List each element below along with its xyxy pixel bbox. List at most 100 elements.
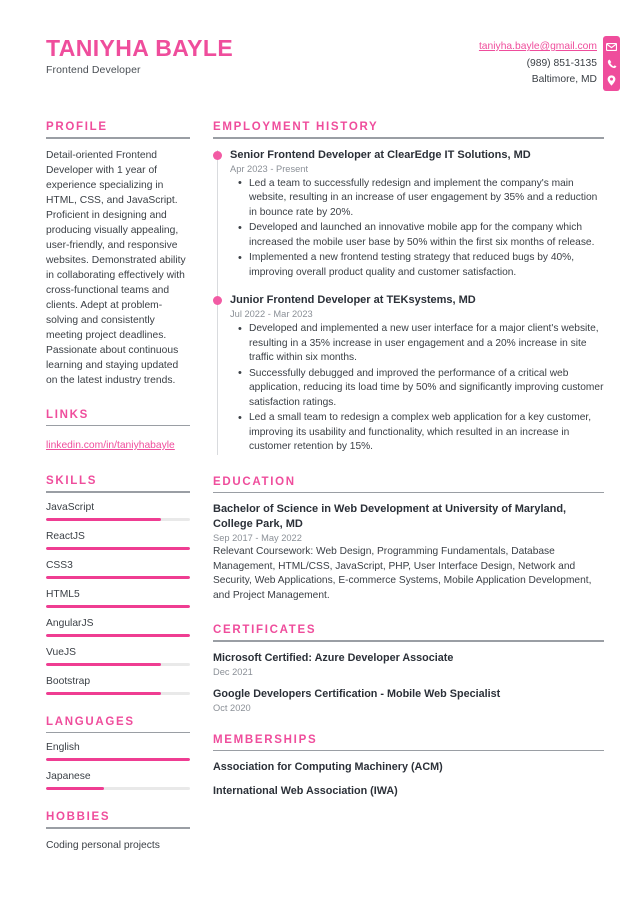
section-title-education: EDUCATION (213, 475, 296, 488)
section-divider (46, 827, 190, 829)
section-links: LINKS linkedin.com/in/taniyhabayle (46, 409, 190, 455)
section-divider (213, 137, 604, 139)
section-divider (213, 491, 604, 493)
education-heading: Bachelor of Science in Web Development a… (213, 503, 567, 530)
education-description: Relevant Coursework: Web Design, Program… (213, 546, 592, 601)
section-profile: PROFILE Detail-oriented Frontend Develop… (46, 121, 190, 388)
job-heading: Junior Frontend Developer at TEKsystems,… (230, 294, 476, 306)
header-identity: TANIYHA BAYLE Frontend Developer (0, 36, 233, 76)
skill-bar-track (46, 691, 190, 695)
timeline-dot-icon (213, 150, 222, 160)
section-title-links: LINKS (46, 408, 89, 421)
contact-details: taniyha.bayle@gmail.com (989) 851-3135 B… (479, 36, 603, 89)
skill-label: CSS3 (46, 559, 73, 571)
section-title-hobbies: HOBBIES (46, 811, 111, 823)
skill-bar-fill (46, 517, 162, 521)
section-title-languages: LANGUAGES (46, 715, 135, 728)
profile-text: Detail-oriented Frontend Developer with … (46, 149, 186, 386)
employment-timeline: Senior Frontend Developer at ClearEdge I… (213, 148, 604, 455)
section-title-certificates: CERTIFICATES (213, 624, 317, 636)
resume-page: TANIYHA BAYLE Frontend Developer taniyha… (0, 0, 640, 905)
resume-body: PROFILE Detail-oriented Frontend Develop… (0, 121, 640, 875)
language-row: English (46, 742, 190, 761)
section-education: EDUCATION Bachelor of Science in Web Dev… (213, 476, 604, 604)
language-label: Japanese (46, 771, 91, 782)
certificate-entry: Microsoft Certified: Azure Developer Ass… (213, 651, 604, 677)
membership-item: International Web Association (IWA) (213, 785, 398, 797)
education-date: Sep 2017 - May 2022 (213, 533, 302, 543)
skill-label: Bootstrap (46, 675, 91, 687)
certificate-date: Dec 2021 (213, 666, 253, 677)
section-skills: SKILLS JavaScript ReactJS CSS3 HTML5 Ang… (46, 475, 190, 695)
job-title-subtitle: Frontend Developer (46, 64, 141, 77)
language-label: English (46, 742, 80, 753)
certificate-name: Microsoft Certified: Azure Developer Ass… (213, 651, 454, 664)
phone-icon (603, 56, 620, 71)
language-bar-fill (46, 787, 104, 790)
header-contact-block: taniyha.bayle@gmail.com (989) 851-3135 B… (479, 36, 640, 91)
skill-label: AngularJS (46, 617, 94, 629)
location-text: Baltimore, MD (531, 74, 597, 85)
section-title-profile: PROFILE (46, 121, 108, 133)
skill-bar-fill (46, 691, 162, 695)
job-date: Apr 2023 - Present (230, 163, 309, 174)
job-bullet: Led a small team to redesign a complex w… (238, 411, 604, 455)
section-title-memberships: MEMBERSHIPS (213, 733, 318, 746)
certificate-entry: Google Developers Certification - Mobile… (213, 687, 604, 713)
membership-item: Association for Computing Machinery (ACM… (213, 761, 443, 773)
skill-bar-track (46, 517, 190, 521)
section-divider (46, 424, 190, 426)
job-bullet: Successfully debugged and improved the p… (238, 366, 604, 411)
skill-bar-fill (46, 633, 190, 637)
skill-row: ReactJS (46, 531, 190, 550)
skill-bar-fill (46, 575, 190, 579)
job-entry: Senior Frontend Developer at ClearEdge I… (213, 148, 604, 281)
skill-bar-track (46, 604, 190, 608)
section-languages: LANGUAGES English Japanese (46, 715, 190, 790)
skill-bar-fill (46, 662, 162, 666)
language-row: Japanese (46, 771, 190, 790)
skill-bar-track (46, 633, 190, 637)
job-entry: Junior Frontend Developer at TEKsystems,… (213, 293, 604, 455)
skill-label: VueJS (46, 646, 76, 658)
section-title-skills: SKILLS (46, 475, 98, 487)
skill-bar-fill (46, 604, 190, 608)
skill-label: HTML5 (46, 588, 80, 600)
certificate-date: Oct 2020 (213, 702, 251, 713)
section-memberships: MEMBERSHIPS Association for Computing Ma… (213, 734, 604, 799)
skill-row: Bootstrap (46, 676, 190, 695)
section-title-employment: EMPLOYMENT HISTORY (213, 121, 379, 133)
job-bullet: Developed and implemented a new user int… (238, 322, 604, 366)
skill-row: JavaScript (46, 502, 190, 521)
skill-bar-track (46, 575, 190, 579)
hobby-item: Coding personal projects (46, 839, 160, 851)
skill-row: AngularJS (46, 618, 190, 637)
certificate-name: Google Developers Certification - Mobile… (213, 687, 501, 700)
section-hobbies: HOBBIES Coding personal projects (46, 811, 190, 854)
page-title: TANIYHA BAYLE (46, 35, 234, 61)
section-divider (46, 731, 190, 733)
skill-label: ReactJS (46, 530, 85, 542)
email-link[interactable]: taniyha.bayle@gmail.com (479, 39, 597, 56)
skill-bar-fill (46, 546, 190, 550)
skill-row: CSS3 (46, 560, 190, 579)
language-bar-track (46, 758, 190, 761)
job-bullet-list: Led a team to successfully redesign and … (230, 176, 604, 281)
job-bullet-list: Developed and implemented a new user int… (230, 322, 604, 455)
main-column: EMPLOYMENT HISTORY Senior Frontend Devel… (190, 121, 640, 875)
language-bar-fill (46, 758, 190, 761)
link-item-linkedin[interactable]: linkedin.com/in/taniyhabayle (46, 440, 175, 451)
job-bullet: Developed and launched an innovative mob… (238, 221, 604, 250)
skill-bar-track (46, 546, 190, 550)
section-certificates: CERTIFICATES Microsoft Certified: Azure … (213, 624, 604, 713)
contact-icon-strip (603, 36, 620, 91)
education-entry: Bachelor of Science in Web Development a… (213, 502, 604, 603)
section-divider (213, 640, 604, 642)
language-bar-track (46, 787, 190, 790)
phone-text: (989) 851-3135 (526, 57, 597, 69)
job-date: Jul 2022 - Mar 2023 (230, 309, 313, 319)
section-divider (46, 137, 190, 139)
section-employment-history: EMPLOYMENT HISTORY Senior Frontend Devel… (213, 121, 604, 455)
section-divider (46, 491, 190, 493)
skill-row: HTML5 (46, 589, 190, 608)
